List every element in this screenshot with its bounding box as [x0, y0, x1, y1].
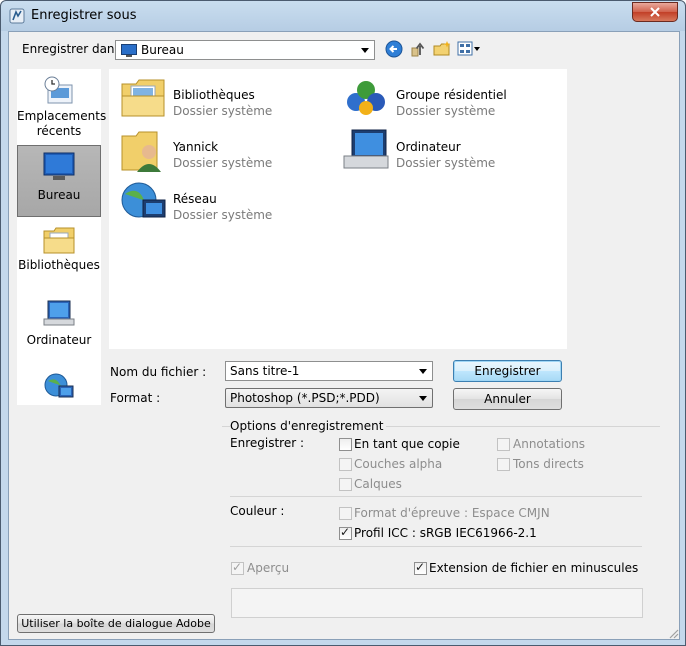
proof-format-option-label: Format d'épreuve : Espace CMJN: [354, 506, 550, 520]
spot-colors-option-label: Tons directs: [513, 457, 584, 471]
item-type: Dossier système: [396, 156, 496, 170]
place-libraries[interactable]: Bibliothèques: [17, 225, 101, 285]
color-options-label: Couleur :: [230, 504, 285, 518]
network-icon: [44, 373, 74, 398]
save-as-dialog: Enregistrer sous Enregistrer dans : Bure…: [0, 0, 686, 646]
list-item[interactable]: Bibliothèques Dossier système: [115, 74, 335, 122]
checkmark-icon: ✓: [232, 560, 243, 574]
item-name: Yannick: [173, 140, 219, 154]
resize-grip-icon[interactable]: [667, 627, 679, 639]
list-item[interactable]: Groupe résidentiel Dossier système: [338, 74, 558, 122]
file-list: Bibliothèques Dossier système Groupe rés…: [109, 69, 567, 349]
save-in-dropdown[interactable]: Bureau: [115, 40, 375, 60]
place-recent[interactable]: Emplacements récents: [17, 75, 107, 145]
new-folder-icon[interactable]: [433, 40, 451, 58]
item-type: Dossier système: [173, 104, 273, 118]
item-type: Dossier système: [173, 208, 273, 222]
place-libraries-label: Bibliothèques: [18, 258, 100, 272]
computer-icon: [343, 129, 389, 169]
item-name: Bibliothèques: [173, 88, 255, 102]
chevron-down-icon: [358, 43, 372, 57]
annotations-option-label: Annotations: [513, 437, 586, 451]
save-options-label: Enregistrer :: [230, 436, 304, 450]
save-button[interactable]: Enregistrer: [453, 360, 562, 382]
up-folder-icon[interactable]: [409, 40, 427, 58]
chevron-down-icon[interactable]: [416, 364, 430, 378]
copy-checkbox[interactable]: [339, 438, 352, 451]
spot-colors-checkbox[interactable]: [497, 458, 510, 471]
window-title: Enregistrer sous: [31, 8, 137, 23]
save-in-value: Bureau: [141, 43, 184, 57]
item-name: Réseau: [173, 192, 217, 206]
preview-option-label: Aperçu: [247, 561, 290, 575]
alpha-channels-option-label: Couches alpha: [354, 457, 443, 471]
layers-checkbox[interactable]: [339, 478, 352, 491]
checkmark-icon: ✓: [415, 560, 426, 574]
preview-panel: [231, 588, 643, 618]
format-dropdown[interactable]: Photoshop (*.PSD;*.PDD): [225, 388, 433, 408]
homegroup-icon: [347, 81, 385, 115]
item-type: Dossier système: [396, 104, 496, 118]
item-name: Ordinateur: [396, 140, 461, 154]
item-name: Groupe résidentiel: [396, 88, 507, 102]
adobe-dialog-button[interactable]: Utiliser la boîte de dialogue Adobe: [17, 614, 215, 633]
user-folder-icon: [121, 131, 161, 172]
alpha-channels-checkbox[interactable]: [339, 458, 352, 471]
places-bar: Emplacements récents Bureau Bibliothèque…: [17, 69, 107, 405]
item-type: Dossier système: [173, 156, 273, 170]
proof-format-checkbox[interactable]: [339, 507, 352, 520]
icc-profile-checkbox[interactable]: ✓: [339, 525, 352, 540]
cancel-button[interactable]: Annuler: [453, 388, 562, 410]
chevron-down-icon: [416, 391, 430, 405]
desktop-icon: [43, 152, 75, 180]
options-title: Options d'enregistrement: [230, 419, 387, 433]
file-name-label: Nom du fichier :: [110, 365, 207, 379]
place-computer[interactable]: Ordinateur: [17, 299, 101, 359]
place-recent-label: Emplacements récents: [17, 109, 107, 138]
recent-places-icon: [44, 76, 73, 104]
place-desktop-label: Bureau: [37, 188, 81, 202]
back-icon[interactable]: [385, 40, 403, 58]
format-value: Photoshop (*.PSD;*.PDD): [230, 391, 380, 405]
lowercase-extension-option-label: Extension de fichier en minuscules: [429, 561, 639, 575]
view-menu-icon[interactable]: [457, 40, 481, 58]
close-icon: [650, 7, 660, 17]
format-label: Format :: [110, 391, 161, 405]
annotations-checkbox[interactable]: [497, 438, 510, 451]
file-name-value: Sans titre-1: [230, 364, 300, 378]
layers-option-label: Calques: [354, 477, 402, 491]
preview-checkbox[interactable]: ✓: [231, 560, 244, 575]
network-icon: [121, 182, 166, 218]
separator: [230, 496, 642, 497]
place-desktop[interactable]: Bureau: [17, 145, 101, 217]
title-bar[interactable]: Enregistrer sous: [1, 1, 685, 31]
list-item[interactable]: Yannick Dossier système: [115, 126, 335, 174]
icc-profile-option-label: Profil ICC : sRGB IEC61966-2.1: [354, 526, 537, 540]
list-item[interactable]: Ordinateur Dossier système: [338, 126, 558, 174]
place-computer-label: Ordinateur: [26, 333, 92, 347]
dialog-body: Enregistrer dans : Bureau Emplacements r…: [8, 31, 680, 640]
computer-icon: [43, 300, 75, 326]
lowercase-extension-checkbox[interactable]: ✓: [414, 560, 427, 575]
place-network[interactable]: [17, 371, 101, 405]
file-name-field[interactable]: Sans titre-1: [225, 361, 433, 381]
libraries-icon: [121, 79, 165, 117]
libraries-icon: [43, 227, 75, 254]
close-button[interactable]: [632, 2, 678, 22]
checkmark-icon: ✓: [340, 525, 351, 539]
copy-option-label: En tant que copie: [354, 437, 460, 451]
separator: [230, 546, 642, 547]
save-in-label: Enregistrer dans :: [22, 42, 129, 56]
list-item[interactable]: Réseau Dossier système: [115, 178, 335, 226]
desktop-icon: [121, 44, 137, 57]
photoshop-icon: [9, 8, 25, 24]
